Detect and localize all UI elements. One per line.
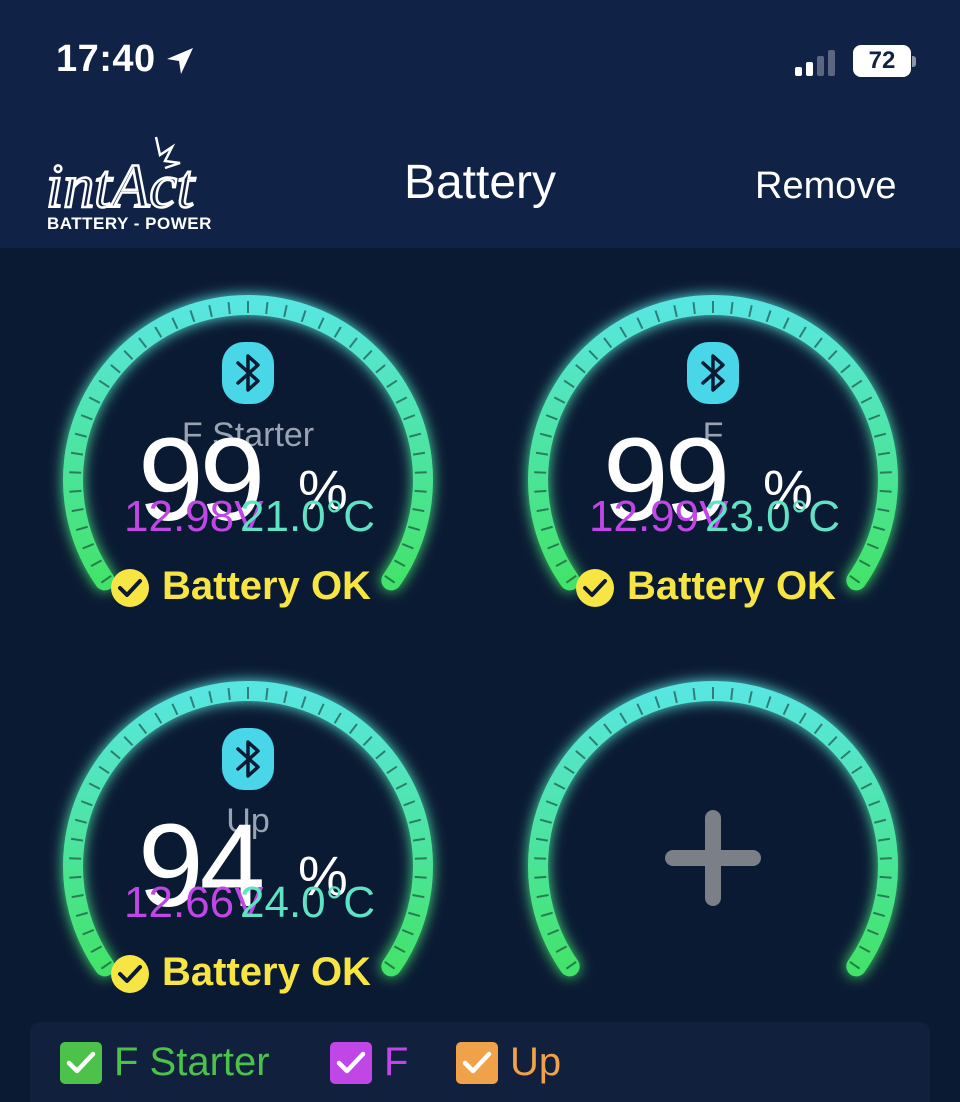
status-time: 17:40 xyxy=(56,38,156,80)
check-circle-icon xyxy=(576,569,614,607)
checkbox-checked-icon[interactable] xyxy=(330,1042,372,1084)
battery-temperature: 21.0°C xyxy=(240,492,376,541)
checkbox-checked-icon[interactable] xyxy=(60,1042,102,1084)
add-battery-gauge[interactable] xyxy=(503,658,923,1028)
plus-icon xyxy=(665,810,761,906)
battery-status: Battery OK xyxy=(162,564,371,608)
location-arrow-icon xyxy=(167,48,193,74)
battery-gauge-up[interactable]: Up 94% 12.66V 24.0°C Battery OK xyxy=(38,658,458,1028)
signal-icon xyxy=(795,50,835,76)
battery-gauge-f[interactable]: F 99% 12.99V 23.0°C Battery OK xyxy=(503,272,923,642)
battery-icon: 72 xyxy=(853,45,911,77)
legend-label: Up xyxy=(510,1040,562,1084)
legend-bar: F Starter F Up xyxy=(30,1022,930,1102)
legend-label: F Starter xyxy=(114,1040,270,1084)
battery-temperature: 23.0°C xyxy=(705,492,841,541)
battery-nub xyxy=(912,56,916,67)
checkbox-checked-icon[interactable] xyxy=(456,1042,498,1084)
bluetooth-icon xyxy=(222,342,274,404)
battery-temperature: 24.0°C xyxy=(240,878,376,927)
check-circle-icon xyxy=(111,955,149,993)
check-circle-icon xyxy=(111,569,149,607)
page-title: Battery xyxy=(403,156,557,209)
logo-subtitle: BATTERY - POWER xyxy=(47,214,212,233)
battery-status: Battery OK xyxy=(627,564,836,608)
battery-status: Battery OK xyxy=(162,950,371,994)
bluetooth-icon xyxy=(687,342,739,404)
bluetooth-icon xyxy=(222,728,274,790)
battery-gauge-f-starter[interactable]: F Starter 99% 12.98V 21.0°C Battery OK xyxy=(38,272,458,642)
legend-label: F xyxy=(384,1040,409,1084)
remove-button[interactable]: Remove xyxy=(755,165,897,208)
